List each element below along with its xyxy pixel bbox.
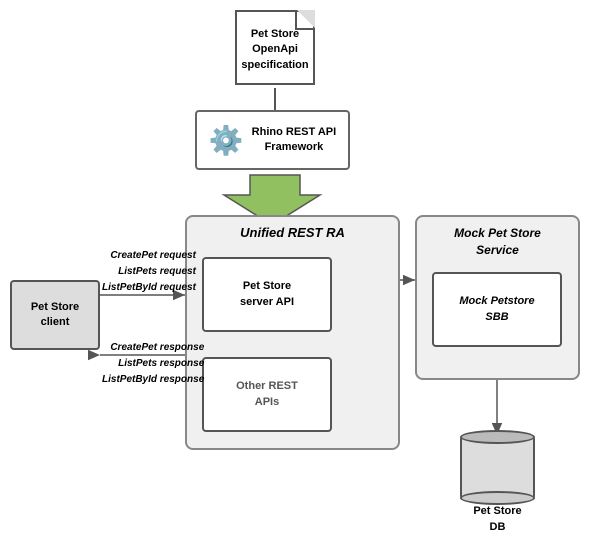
- rhino-label: Rhino REST API Framework: [252, 125, 337, 156]
- doc-label: Pet Store OpenApi specification: [237, 27, 313, 73]
- mock-petstore-service-box: Mock Pet Store Service Mock PetstoreSBB: [415, 215, 580, 380]
- petstore-server-api-box: Pet Storeserver API: [202, 257, 332, 332]
- list-pet-by-id-request: ListPetById request: [102, 280, 196, 296]
- list-pets-request: ListPets request: [102, 264, 196, 280]
- list-pets-response: ListPets response: [102, 356, 204, 372]
- rhino-framework-box: ⚙️ Rhino REST API Framework: [195, 110, 350, 170]
- mock-petstore-sbb-label: Mock PetstoreSBB: [459, 294, 534, 325]
- mock-petstore-sbb-box: Mock PetstoreSBB: [432, 272, 562, 347]
- petstore-server-api-label: Pet Storeserver API: [240, 279, 294, 310]
- request-labels: CreatePet request ListPets request ListP…: [102, 248, 196, 296]
- unified-rest-ra-box: Unified REST RA Pet Storeserver API Othe…: [185, 215, 400, 450]
- db-label: Pet Store DB: [460, 504, 535, 535]
- list-pet-by-id-response: ListPetById response: [102, 372, 204, 388]
- db-top: [460, 430, 535, 444]
- db-bottom: [460, 491, 535, 505]
- diagram: Pet Store OpenApi specification ⚙️ Rhino…: [0, 0, 606, 531]
- other-rest-apis-box: Other RESTAPIs: [202, 357, 332, 432]
- rhino-icon: ⚙️: [209, 124, 244, 157]
- create-pet-request: CreatePet request: [102, 248, 196, 264]
- openapi-spec-doc: Pet Store OpenApi specification: [230, 10, 320, 90]
- mock-petstore-service-title: Mock Pet Store Service: [417, 225, 578, 259]
- unified-rest-ra-title: Unified REST RA: [187, 225, 398, 240]
- petstore-client-label: Pet Storeclient: [31, 300, 79, 331]
- petstore-client-box: Pet Storeclient: [10, 280, 100, 350]
- response-labels: CreatePet response ListPets response Lis…: [102, 340, 204, 388]
- db-cylinder: [460, 435, 535, 500]
- other-rest-apis-label: Other RESTAPIs: [236, 379, 298, 410]
- create-pet-response: CreatePet response: [102, 340, 204, 356]
- petstore-db-shape: Pet Store DB: [460, 435, 535, 510]
